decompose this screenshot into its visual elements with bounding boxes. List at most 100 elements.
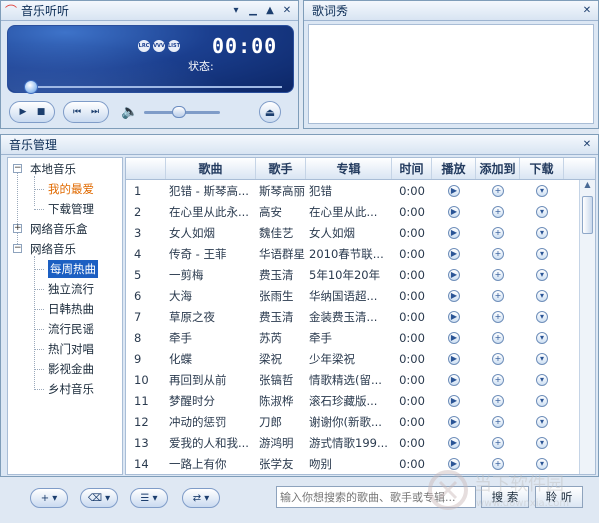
close-icon[interactable]: ✕ xyxy=(580,4,594,18)
collapse-icon[interactable]: − xyxy=(13,164,22,173)
table-row[interactable]: 11 梦醒时分 陈淑桦 滚石珍藏版... 0:00 ▶ + ▾ xyxy=(126,390,595,411)
search-button[interactable]: 搜 索 xyxy=(481,486,529,508)
col-singer-header[interactable]: 歌手 xyxy=(256,158,306,179)
play-icon[interactable]: ▶ xyxy=(448,436,460,449)
play-icon[interactable]: ▶ xyxy=(448,373,460,386)
tree-item[interactable]: 网络音乐 xyxy=(30,240,76,258)
play-icon[interactable]: ▶ xyxy=(448,310,460,323)
download-icon[interactable]: ▾ xyxy=(536,415,548,428)
add-icon[interactable]: + xyxy=(492,184,504,197)
download-icon[interactable]: ▾ xyxy=(536,373,548,386)
download-icon[interactable]: ▾ xyxy=(536,352,548,365)
tree-item[interactable]: 影视金曲 xyxy=(48,360,94,378)
play-icon[interactable]: ▶ xyxy=(448,184,460,197)
table-row[interactable]: 4 传奇 - 王菲 华语群星 2010春节联... 0:00 ▶ + ▾ xyxy=(126,243,595,264)
table-row[interactable]: 9 化蝶 梁祝 少年梁祝 0:00 ▶ + ▾ xyxy=(126,348,595,369)
table-row[interactable]: 3 女人如烟 魏佳艺 女人如烟 0:00 ▶ + ▾ xyxy=(126,222,595,243)
seek-track[interactable] xyxy=(26,86,282,88)
col-number-header[interactable] xyxy=(126,158,166,179)
table-row[interactable]: 13 爱我的人和我... 游鸿明 游式情歌199... 0:00 ▶ + ▾ xyxy=(126,432,595,453)
next-icon[interactable]: ⏭ xyxy=(86,104,104,120)
tree-item[interactable]: 日韩热曲 xyxy=(48,300,94,318)
scroll-up-icon[interactable]: ▲ xyxy=(580,180,595,194)
play-icon[interactable]: ▶ xyxy=(448,247,460,260)
add-icon[interactable]: + xyxy=(492,352,504,365)
play-icon[interactable]: ▶ xyxy=(448,352,460,365)
previous-icon[interactable]: ⏮ xyxy=(68,104,86,120)
table-row[interactable]: 8 牵手 苏芮 牵手 0:00 ▶ + ▾ xyxy=(126,327,595,348)
add-icon[interactable]: + xyxy=(492,457,504,470)
add-icon[interactable]: + xyxy=(492,394,504,407)
listen-button[interactable]: 聆 听 xyxy=(535,486,583,508)
play-icon[interactable]: ▶ xyxy=(448,268,460,281)
expand-icon[interactable]: + xyxy=(13,224,22,233)
volume-icon[interactable]: 🔈 xyxy=(121,104,138,120)
add-icon[interactable]: + xyxy=(492,331,504,344)
add-icon[interactable]: + xyxy=(492,310,504,323)
menu-dropdown-icon[interactable]: ▾ xyxy=(229,4,243,18)
download-icon[interactable]: ▾ xyxy=(536,436,548,449)
add-icon[interactable]: + xyxy=(492,205,504,218)
table-row[interactable]: 5 一剪梅 费玉清 5年10年20年 0:00 ▶ + ▾ xyxy=(126,264,595,285)
add-button[interactable]: + ▾ xyxy=(30,488,68,508)
list-button[interactable]: ☰ ▾ xyxy=(130,488,168,508)
play-icon[interactable]: ▶ xyxy=(448,205,460,218)
download-icon[interactable]: ▾ xyxy=(536,289,548,302)
volume-handle[interactable] xyxy=(172,105,187,118)
col-song-header[interactable]: 歌曲 xyxy=(166,158,256,179)
table-row[interactable]: 1 犯错 - 斯琴高... 斯琴高丽 犯错 0:00 ▶ + ▾ xyxy=(126,180,595,201)
download-icon[interactable]: ▾ xyxy=(536,184,548,197)
play-icon[interactable]: ▶ xyxy=(14,104,32,120)
close-icon[interactable]: ✕ xyxy=(580,138,594,152)
vertical-scrollbar[interactable]: ▲ xyxy=(579,180,595,474)
download-icon[interactable]: ▾ xyxy=(536,247,548,260)
table-row[interactable]: 7 草原之夜 费玉清 金装费玉清... 0:00 ▶ + ▾ xyxy=(126,306,595,327)
collapse-icon[interactable]: − xyxy=(13,244,22,253)
add-icon[interactable]: + xyxy=(492,436,504,449)
play-icon[interactable]: ▶ xyxy=(448,457,460,470)
table-row[interactable]: 2 在心里从此永... 高安 在心里从此... 0:00 ▶ + ▾ xyxy=(126,201,595,222)
play-icon[interactable]: ▶ xyxy=(448,415,460,428)
tree-item[interactable]: 网络音乐盒 xyxy=(30,220,88,238)
tree-item[interactable]: 热门对唱 xyxy=(48,340,94,358)
table-row[interactable]: 12 冲动的惩罚 刀郎 谢谢你(新歌... 0:00 ▶ + ▾ xyxy=(126,411,595,432)
download-icon[interactable]: ▾ xyxy=(536,226,548,239)
search-input[interactable] xyxy=(276,486,476,508)
col-download-header[interactable]: 下载 xyxy=(520,158,564,179)
add-icon[interactable]: + xyxy=(492,247,504,260)
tree-item[interactable]: 流行民谣 xyxy=(48,320,94,338)
scroll-thumb[interactable] xyxy=(582,196,593,234)
download-icon[interactable]: ▾ xyxy=(536,457,548,470)
table-row[interactable]: 10 再回到从前 张镐哲 情歌精选(留... 0:00 ▶ + ▾ xyxy=(126,369,595,390)
eject-icon[interactable]: ⏏ xyxy=(259,101,281,123)
play-icon[interactable]: ▶ xyxy=(448,226,460,239)
equalizer-button[interactable]: VVV xyxy=(153,40,165,52)
col-time-header[interactable]: 时间 xyxy=(392,158,432,179)
add-icon[interactable]: + xyxy=(492,373,504,386)
download-icon[interactable]: ▾ xyxy=(536,394,548,407)
add-icon[interactable]: + xyxy=(492,289,504,302)
add-icon[interactable]: + xyxy=(492,226,504,239)
tree-item[interactable]: 下载管理 xyxy=(48,200,94,218)
mode-button[interactable]: ⇄ ▾ xyxy=(182,488,220,508)
add-icon[interactable]: + xyxy=(492,415,504,428)
download-icon[interactable]: ▾ xyxy=(536,331,548,344)
download-icon[interactable]: ▾ xyxy=(536,205,548,218)
maximize-icon[interactable]: ▲ xyxy=(263,4,277,18)
play-icon[interactable]: ▶ xyxy=(448,394,460,407)
minimize-icon[interactable]: ▁ xyxy=(246,4,260,18)
col-add-to-header[interactable]: 添加到 xyxy=(476,158,520,179)
close-icon[interactable]: ✕ xyxy=(280,4,294,18)
play-icon[interactable]: ▶ xyxy=(448,331,460,344)
col-album-header[interactable]: 专辑 xyxy=(306,158,392,179)
download-icon[interactable]: ▾ xyxy=(536,310,548,323)
add-icon[interactable]: + xyxy=(492,268,504,281)
playlist-button[interactable]: LIST xyxy=(168,40,180,52)
stop-icon[interactable]: ■ xyxy=(32,104,50,120)
delete-button[interactable]: ⌫ ▾ xyxy=(80,488,118,508)
volume-slider[interactable] xyxy=(144,105,221,118)
play-icon[interactable]: ▶ xyxy=(448,289,460,302)
tree-item[interactable]: 独立流行 xyxy=(48,280,94,298)
tree-item[interactable]: 每周热曲 xyxy=(48,260,98,278)
table-row[interactable]: 6 大海 张雨生 华纳国语超... 0:00 ▶ + ▾ xyxy=(126,285,595,306)
